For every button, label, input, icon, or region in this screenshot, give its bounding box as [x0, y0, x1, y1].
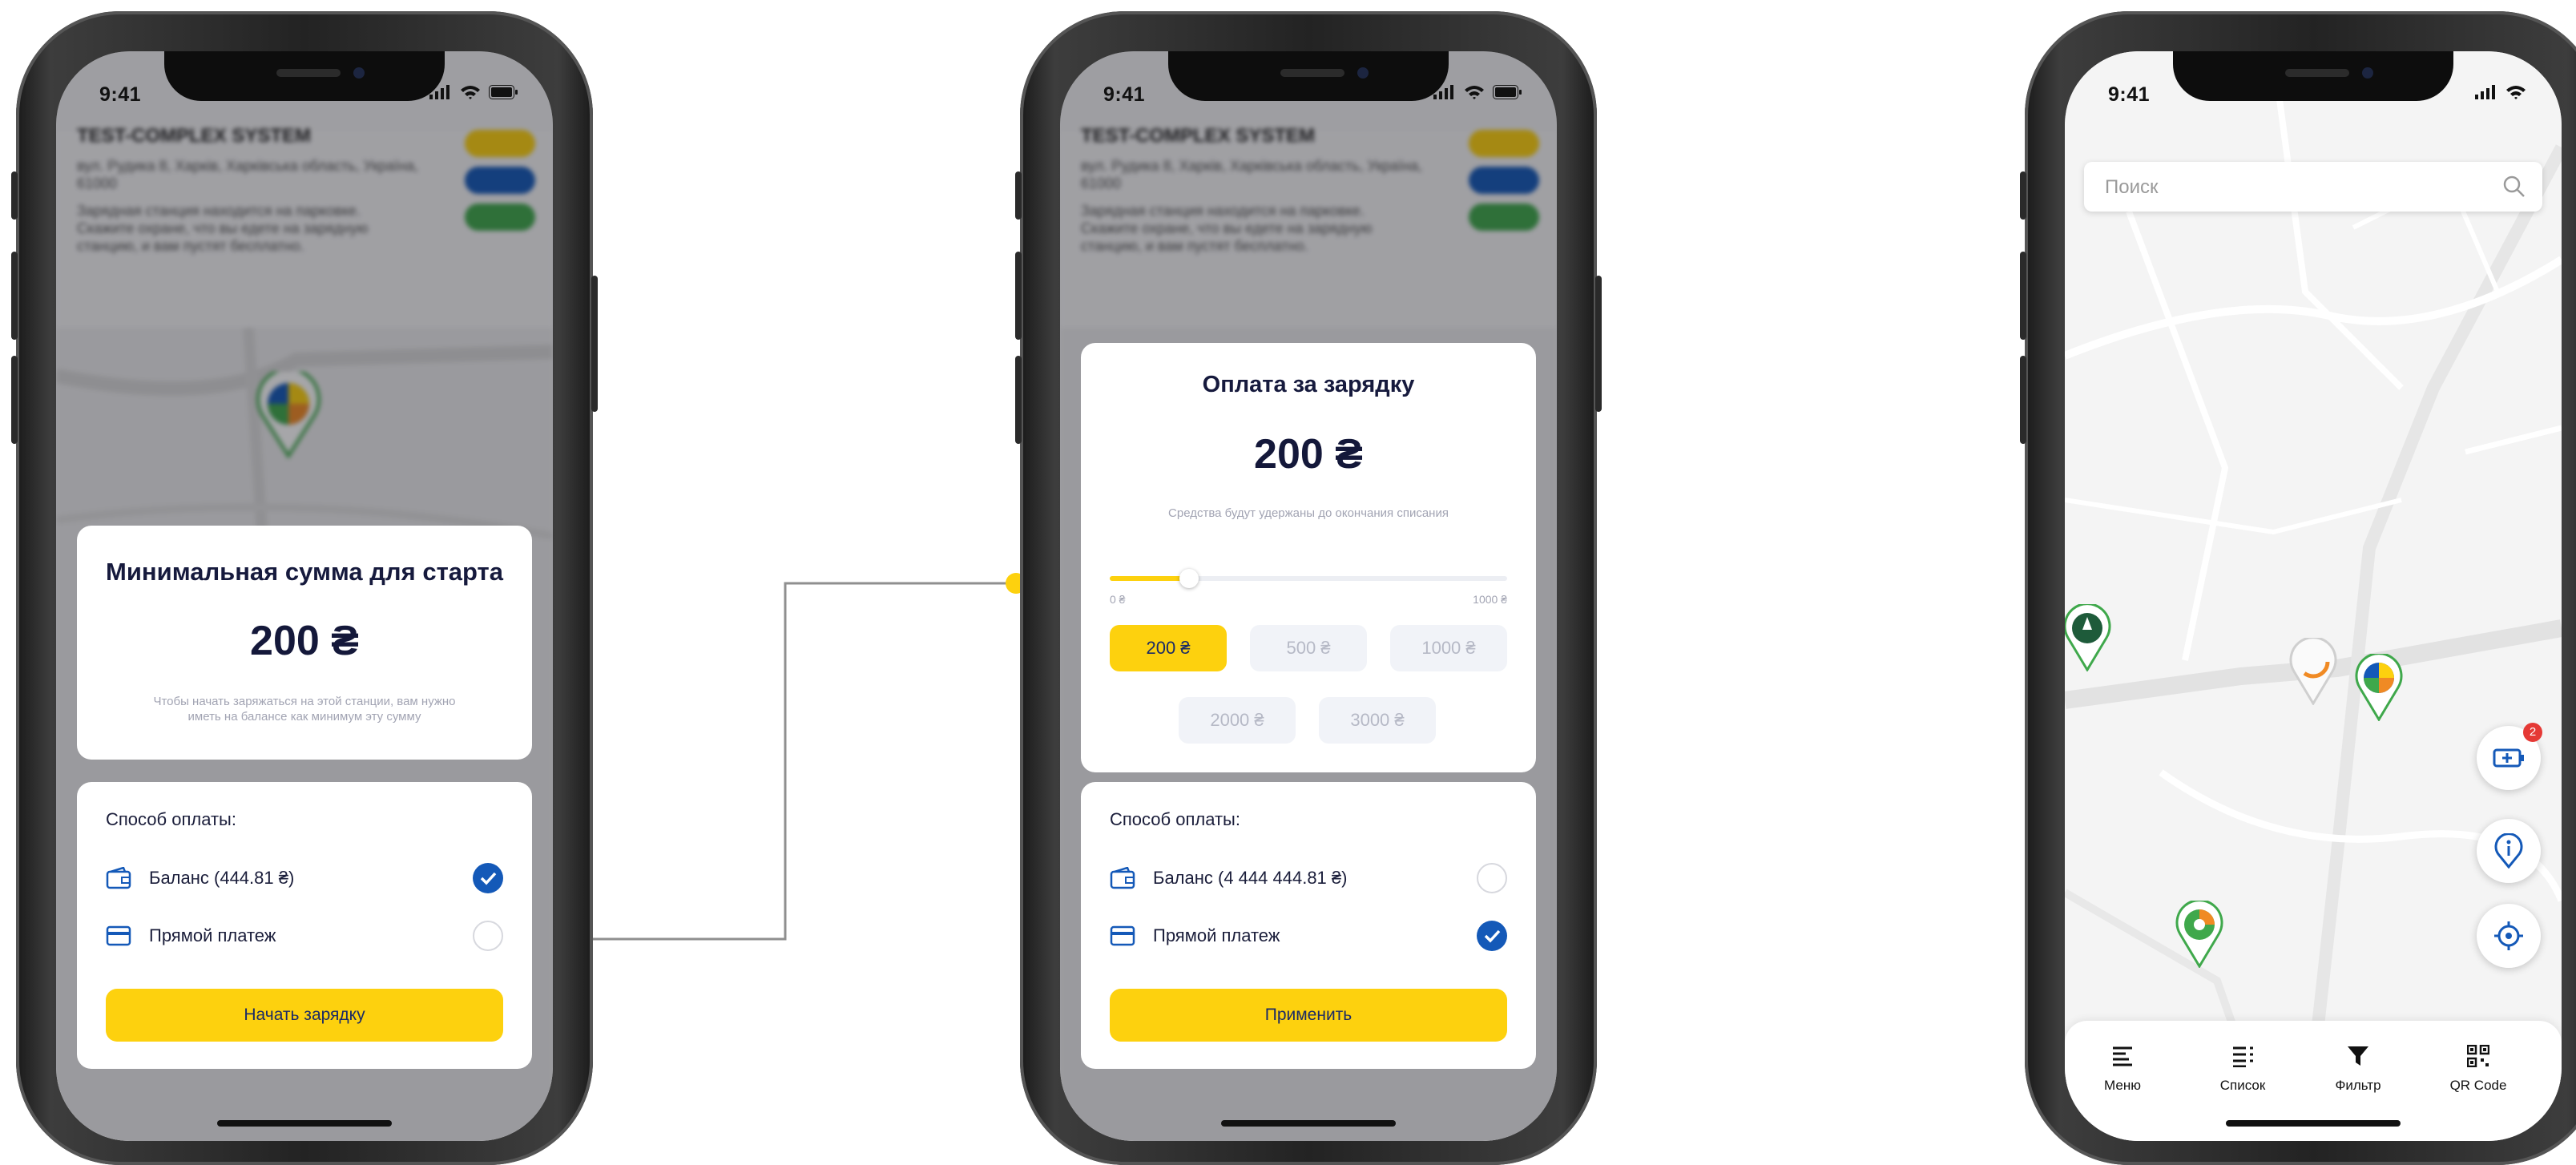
payment-option-direct[interactable]: Прямой платеж: [1110, 920, 1507, 952]
filter-icon: [2348, 1046, 2368, 1066]
wallet-icon: [106, 867, 131, 889]
station-pin[interactable]: [2175, 901, 2223, 968]
direct-label: Прямой платеж: [149, 925, 276, 945]
charging-sessions-button[interactable]: 2: [2477, 723, 2542, 790]
amount-hint: Чтобы начать заряжаться на этой станции,…: [153, 695, 456, 724]
apply-button[interactable]: Применить: [1110, 989, 1507, 1042]
min-amount-card: Минимальная сумма для старта 200 ₴ Чтобы…: [77, 526, 532, 760]
payment-option-direct[interactable]: Прямой платеж: [106, 920, 503, 952]
screen-map: 9:41 Поиск 2 Меню Список Фильтр QR Code: [2065, 51, 2562, 1141]
wallet-icon: [1110, 867, 1135, 889]
locate-me-button[interactable]: [2477, 904, 2541, 968]
payment-method-label: Способ оплаты:: [1110, 809, 1240, 829]
slider-min-label: 0 ₴: [1110, 593, 1126, 606]
screen-payment: 9:41 TEST-COMPLEX SYSTEM вул. Рудика 8, …: [1060, 51, 1557, 1141]
qr-code-icon: [2466, 1044, 2490, 1068]
amount-value: 200 ₴: [250, 618, 359, 664]
tab-menu[interactable]: Меню: [2074, 1045, 2171, 1094]
balance-radio[interactable]: [473, 863, 503, 893]
balance-radio[interactable]: [1477, 863, 1507, 893]
map-view[interactable]: [2065, 51, 2562, 1141]
card-icon: [106, 925, 131, 946]
menu-icon: [2113, 1046, 2132, 1066]
amount-chip-3000[interactable]: 3000 ₴: [1319, 697, 1436, 744]
slider-max-label: 1000 ₴: [1473, 593, 1507, 606]
direct-radio[interactable]: [1477, 921, 1507, 951]
balance-label: Баланс (444.81 ₴): [149, 868, 295, 888]
payment-option-balance[interactable]: Баланс (4 444 444.81 ₴): [1110, 862, 1507, 894]
search-placeholder: Поиск: [2105, 176, 2159, 198]
station-pin[interactable]: [2065, 604, 2111, 671]
direct-label: Прямой платеж: [1153, 925, 1280, 945]
amount-chip-1000[interactable]: 1000 ₴: [1390, 625, 1507, 671]
card-icon: [1110, 925, 1135, 946]
amount-chip-500[interactable]: 500 ₴: [1250, 625, 1367, 671]
phone-frame-2: 9:41 TEST-COMPLEX SYSTEM вул. Рудика 8, …: [1015, 11, 1602, 1165]
amount-chip-2000[interactable]: 2000 ₴: [1179, 697, 1296, 744]
direct-radio[interactable]: [473, 921, 503, 951]
tab-label: Список: [2219, 1078, 2266, 1093]
tab-label: QR Code: [2449, 1078, 2507, 1093]
sessions-badge: 2: [2523, 723, 2542, 742]
info-button[interactable]: [2477, 819, 2541, 883]
tab-label: Фильтр: [2335, 1078, 2381, 1093]
list-icon: [2233, 1046, 2253, 1068]
tab-label: Меню: [2104, 1078, 2141, 1093]
amount-slider[interactable]: [1110, 569, 1507, 588]
payment-card: Способ оплаты: Баланс (4 444 444.81 ₴) П…: [1081, 782, 1536, 1069]
status-icons: [429, 85, 518, 99]
amount-value: 200 ₴: [1254, 431, 1363, 478]
payment-amount-card: Оплата за зарядку 200 ₴ Средства будут у…: [1081, 343, 1536, 772]
info-pin-icon: [2494, 833, 2523, 869]
screen-min-amount: 9:41 TEST-COMPLEX SYSTEM вул. Рудика 8, …: [56, 51, 553, 1141]
status-icons: [1433, 85, 1522, 99]
amount-chip-200[interactable]: 200 ₴: [1110, 625, 1227, 671]
slider-thumb[interactable]: [1179, 569, 1199, 588]
tab-list[interactable]: Список: [2195, 1045, 2291, 1094]
balance-label: Баланс (4 444 444.81 ₴): [1153, 868, 1348, 888]
tab-qr-code[interactable]: QR Code: [2430, 1044, 2526, 1094]
amount-hint: Средства будут удержаны до окончания спи…: [1168, 506, 1449, 520]
search-icon: [2503, 175, 2525, 197]
payment-card: Способ оплаты: Баланс (444.81 ₴) Прямой …: [77, 782, 532, 1069]
phone-frame-3: 9:41 Поиск 2 Меню Список Фильтр QR Code: [2020, 11, 2576, 1165]
payment-option-balance[interactable]: Баланс (444.81 ₴): [106, 862, 503, 894]
station-pin[interactable]: [2355, 654, 2403, 721]
status-time: 9:41: [99, 83, 142, 106]
tab-filter[interactable]: Фильтр: [2310, 1045, 2406, 1094]
payment-method-label: Способ оплаты:: [106, 809, 236, 829]
status-time: 9:41: [1103, 83, 1146, 106]
station-pin[interactable]: [2289, 638, 2337, 705]
battery-charging-icon: [2493, 748, 2524, 768]
status-time: 9:41: [2108, 83, 2151, 106]
crosshair-icon: [2494, 921, 2523, 950]
phone-frame-1: 9:41 TEST-COMPLEX SYSTEM вул. Рудика 8, …: [11, 11, 598, 1165]
card-title: Оплата за зарядку: [1202, 372, 1415, 397]
start-charging-button[interactable]: Начать зарядку: [106, 989, 503, 1042]
status-icons: [2475, 85, 2526, 99]
card-title: Минимальная сумма для старта: [106, 558, 503, 586]
search-input[interactable]: Поиск: [2084, 162, 2542, 212]
